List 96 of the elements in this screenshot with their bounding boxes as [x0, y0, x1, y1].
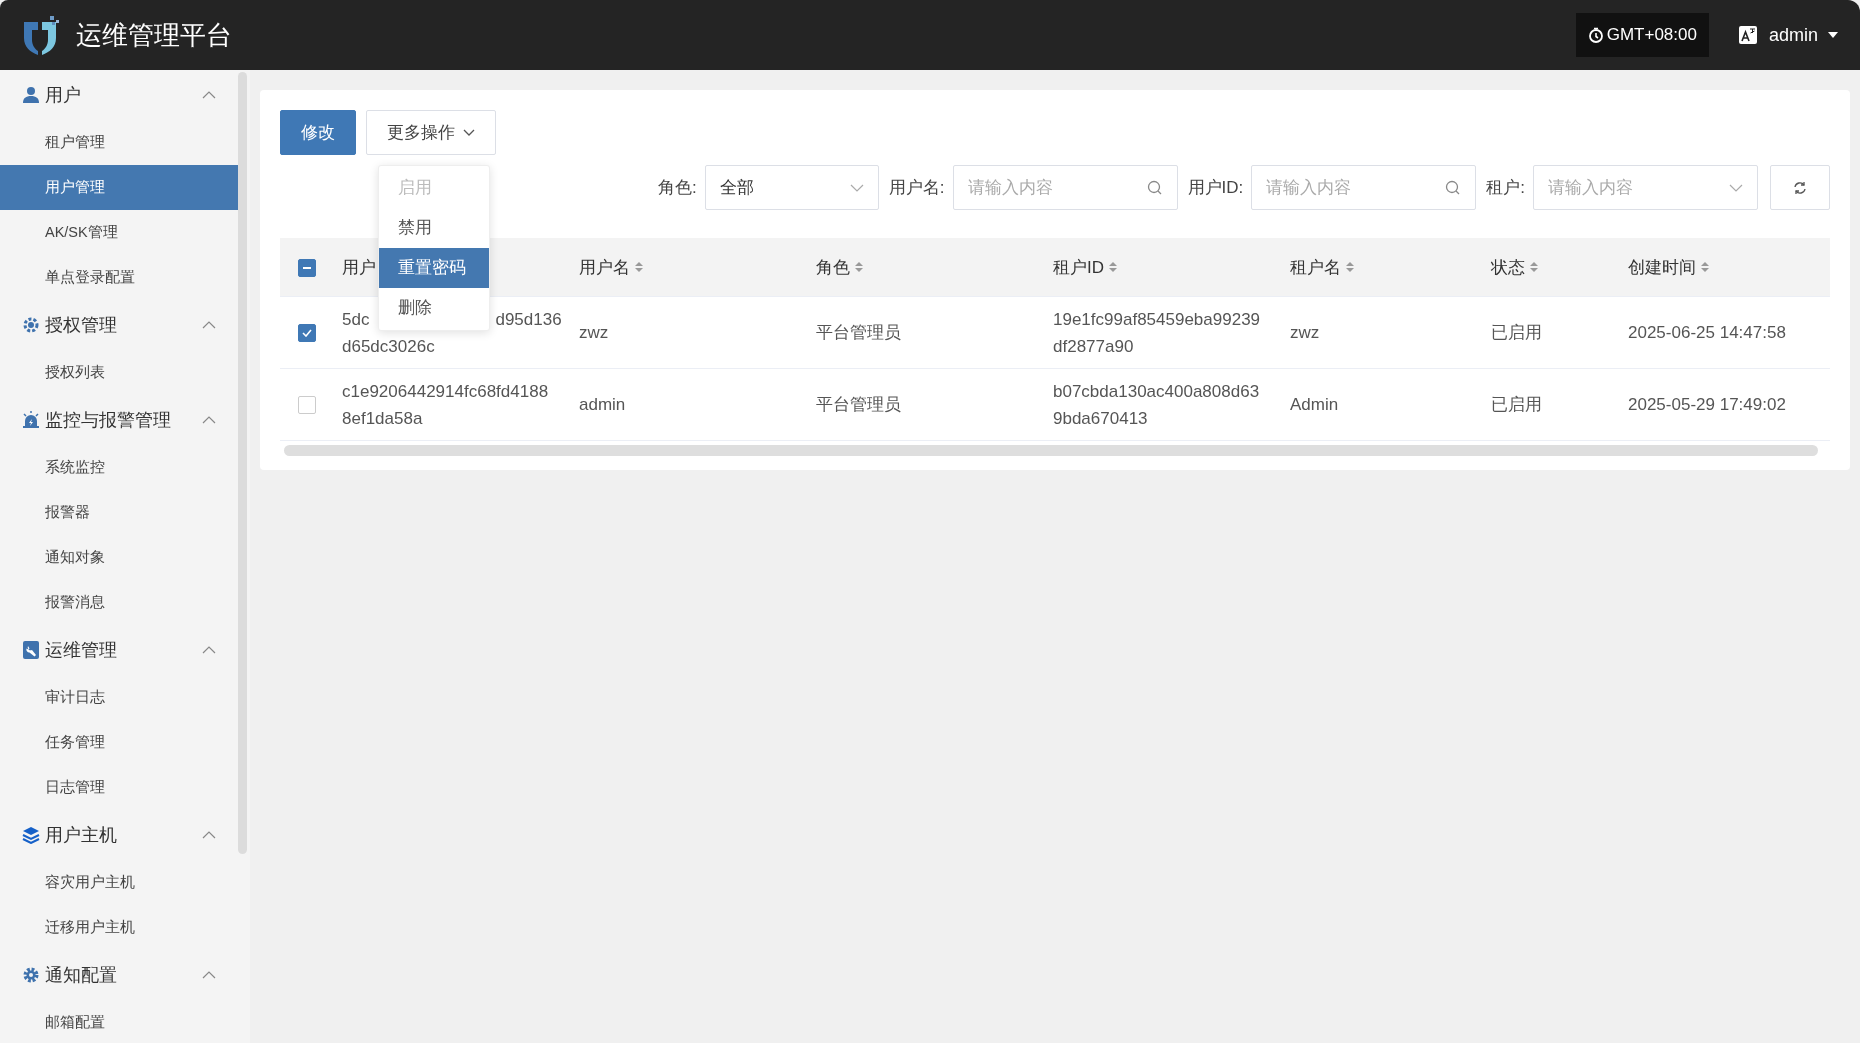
minus-icon: [303, 266, 311, 269]
sort-icon: [1109, 262, 1117, 272]
filter-label: 租户:: [1486, 177, 1525, 199]
app-title: 运维管理平台: [76, 18, 232, 52]
sidebar-item[interactable]: 通知对象: [0, 535, 238, 580]
sidebar-item[interactable]: AK/SK管理: [0, 210, 238, 255]
select-field[interactable]: 全部: [704, 165, 879, 210]
menu-group[interactable]: 运维管理: [0, 625, 238, 675]
chevron-up-icon: [202, 91, 216, 99]
column-header[interactable]: 创建时间: [1628, 255, 1709, 279]
check-icon: [302, 329, 312, 337]
column-header[interactable]: 租户ID: [1053, 255, 1117, 279]
column-header[interactable]: 角色: [816, 255, 863, 279]
chevron-up-icon: [202, 646, 216, 654]
table-cell-text: b07cbda130ac400a808d63: [1053, 380, 1261, 403]
user-menu[interactable]: admin: [1768, 24, 1860, 46]
sort-icon: [1346, 262, 1354, 272]
menu-group[interactable]: 用户主机: [0, 810, 238, 860]
checkbox[interactable]: [298, 324, 316, 342]
filter-label: 用户ID:: [1187, 177, 1244, 199]
menu-group[interactable]: 通知配置: [0, 950, 238, 1000]
checkbox[interactable]: [298, 396, 316, 414]
sidebar-item[interactable]: 迁移用户主机: [0, 905, 238, 950]
refresh-button[interactable]: [1770, 165, 1830, 210]
person-icon: [22, 86, 40, 104]
menu-item: 启用: [397, 177, 433, 199]
column-header[interactable]: 用户名: [579, 255, 643, 279]
chevron-down-icon: [463, 128, 475, 137]
scrollbar-thumb[interactable]: [238, 72, 247, 854]
chevron-up-icon: [202, 971, 216, 979]
table-cell: 已启用: [1491, 323, 1542, 342]
table-cell: admin: [579, 394, 626, 414]
chevron-up-icon: [202, 831, 216, 839]
sort-icon: [635, 262, 643, 272]
chevron-up-icon: [202, 321, 216, 329]
menu-item[interactable]: 禁用: [379, 208, 489, 248]
sidebar-item[interactable]: 单点登录配置: [0, 255, 238, 300]
more-actions-button[interactable]: 更多操作: [366, 110, 496, 155]
menu-item[interactable]: 重置密码: [379, 248, 489, 288]
alarm-light-icon: [22, 411, 40, 429]
table-cell-text: 19e1fc99af85459eba99239: [1053, 308, 1262, 331]
table-cell: zwz: [579, 322, 609, 342]
sidebar-item[interactable]: 容灾用户主机: [0, 860, 238, 905]
search-icon: [1146, 179, 1163, 196]
table-cell-text: 5dc: [342, 308, 370, 331]
chevron-down-icon: [1729, 183, 1743, 192]
table-cell-text: d65dc3026c: [342, 335, 435, 358]
menu-item[interactable]: 删除: [379, 288, 489, 328]
sidebar-item[interactable]: 租户管理: [0, 120, 238, 165]
timezone-badge[interactable]: GMT+08:00: [1575, 13, 1709, 57]
edit-button[interactable]: 修改: [280, 110, 356, 155]
sidebar-item[interactable]: 授权列表: [0, 350, 238, 395]
column-header[interactable]: 状态: [1491, 255, 1538, 279]
wrench-icon: [22, 641, 40, 659]
sidebar-item[interactable]: 任务管理: [0, 720, 238, 765]
column-header[interactable]: 租户名: [1290, 255, 1354, 279]
table-cell: 平台管理员: [816, 395, 901, 414]
table-cell: zwz: [1290, 322, 1320, 342]
chevron-up-icon: [202, 416, 216, 424]
sidebar-item[interactable]: 报警消息: [0, 580, 238, 625]
refresh-icon: [1792, 179, 1808, 196]
menu-group[interactable]: 用户: [0, 70, 238, 120]
sidebar-item[interactable]: 报警器: [0, 490, 238, 535]
filter-label: 用户名:: [888, 177, 945, 199]
column-header: 用户: [342, 256, 376, 279]
search-icon: [1445, 179, 1462, 196]
table-cell: 2025-06-25 14:47:58: [1628, 322, 1786, 342]
sidebar-item[interactable]: 用户管理: [0, 165, 238, 210]
caret-icon: [1828, 32, 1838, 38]
gear-icon: [22, 316, 40, 334]
table-cell: 平台管理员: [816, 323, 901, 342]
table-cell-text: c1e9206442914fc68fd4188: [342, 380, 549, 403]
table-cell: 2025-05-29 17:49:02: [1628, 394, 1786, 414]
table-cell: 已启用: [1491, 395, 1542, 414]
table-cell-text: d95d136: [495, 308, 562, 331]
layers-icon: [22, 826, 40, 844]
table-cell-text: 9bda670413: [1053, 407, 1149, 430]
chevron-down-icon: [849, 183, 864, 192]
sort-icon: [855, 262, 863, 272]
checkbox[interactable]: [298, 258, 316, 277]
table-cell: Admin: [1290, 394, 1339, 414]
sort-icon: [1530, 262, 1538, 272]
horizontal-scrollbar[interactable]: [284, 445, 1818, 456]
menu-group[interactable]: 授权管理: [0, 300, 238, 350]
translate-icon[interactable]: [1738, 26, 1757, 44]
sort-icon: [1701, 262, 1709, 272]
sidebar-item[interactable]: 审计日志: [0, 675, 238, 720]
sidebar-item[interactable]: 邮箱配置: [0, 1000, 238, 1043]
menu-group[interactable]: 监控与报警管理: [0, 395, 238, 445]
sidebar-item[interactable]: 日志管理: [0, 765, 238, 810]
clock-icon: [1587, 27, 1604, 43]
filter-label: 角色:: [658, 177, 697, 199]
gear-icon: [22, 966, 40, 984]
sidebar-item[interactable]: 系统监控: [0, 445, 238, 490]
table-cell-text: 8ef1da58a: [342, 407, 423, 430]
table-cell-text: df2877a90: [1053, 335, 1135, 358]
